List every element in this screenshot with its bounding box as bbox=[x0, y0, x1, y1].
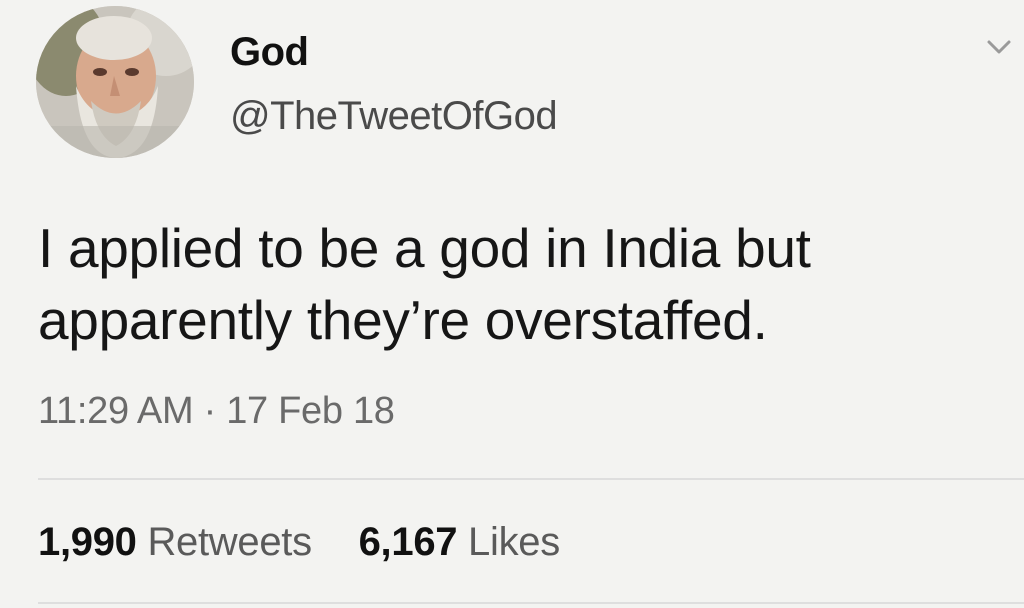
chevron-down-icon bbox=[987, 40, 1011, 54]
divider bbox=[38, 478, 1024, 480]
retweets-stat[interactable]: 1,990 Retweets bbox=[38, 520, 312, 565]
avatar[interactable] bbox=[36, 6, 194, 158]
retweets-label: Retweets bbox=[147, 520, 312, 564]
tweet-text-line: apparently they’re overstaffed. bbox=[38, 289, 768, 351]
tweet-menu-button[interactable] bbox=[986, 38, 1012, 56]
divider bbox=[38, 602, 1024, 604]
author-handle[interactable]: @TheTweetOfGod bbox=[230, 94, 558, 139]
likes-label: Likes bbox=[468, 520, 560, 564]
tweet-text-line: I applied to be a god in India but bbox=[38, 217, 811, 279]
likes-count: 6,167 bbox=[358, 520, 458, 564]
tweet-timestamp[interactable]: 11:29 AM · 17 Feb 18 bbox=[38, 390, 395, 433]
retweets-count: 1,990 bbox=[38, 520, 137, 564]
bearded-man-avatar-icon bbox=[36, 6, 194, 158]
tweet-card: God @TheTweetOfGod I applied to be a god… bbox=[0, 0, 1024, 608]
author-display-name[interactable]: God bbox=[230, 30, 309, 75]
tweet-text: I applied to be a god in India but appar… bbox=[38, 212, 998, 356]
likes-stat[interactable]: 6,167 Likes bbox=[358, 520, 561, 565]
tweet-stats: 1,990 Retweets 6,167 Likes bbox=[38, 520, 560, 565]
